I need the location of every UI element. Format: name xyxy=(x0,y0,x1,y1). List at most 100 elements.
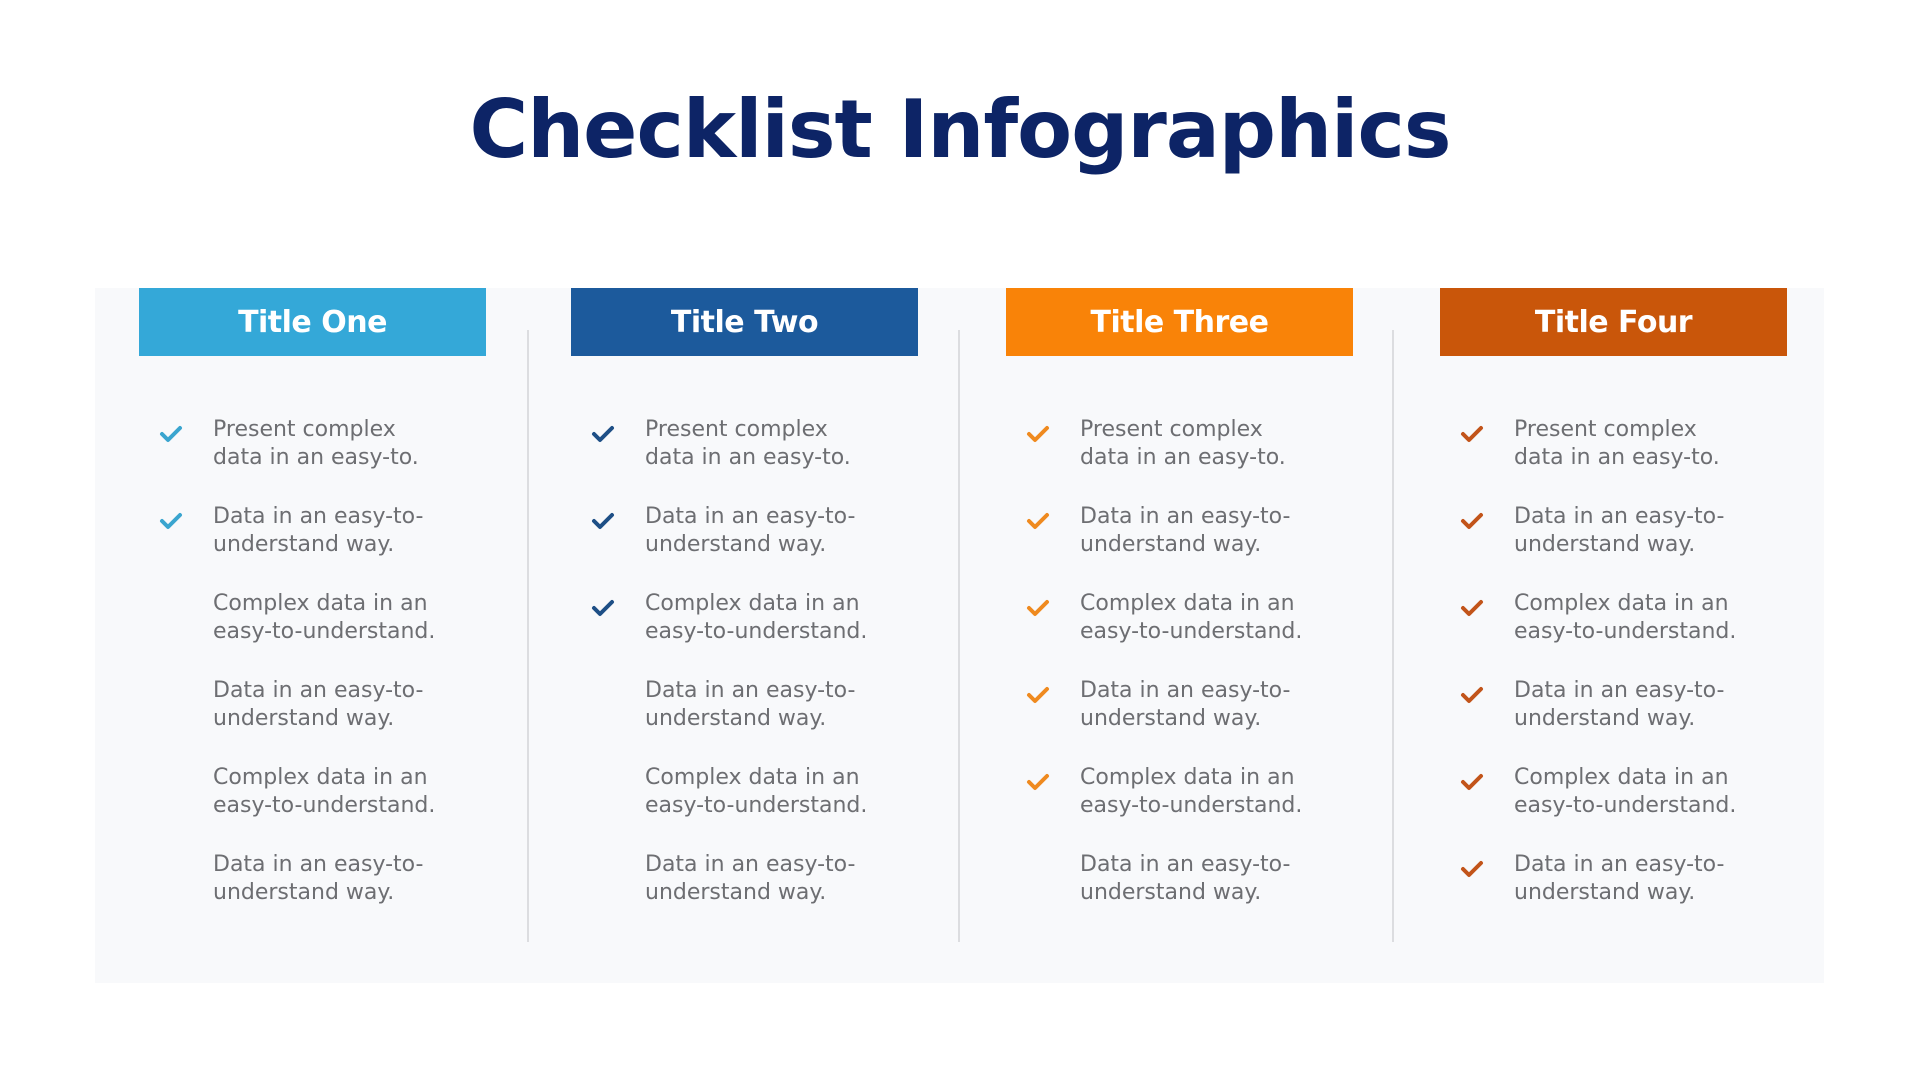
page-title: Checklist Infographics xyxy=(469,83,1452,176)
item-text-line: Complex data in an xyxy=(213,765,428,790)
checkmark-icon xyxy=(1027,513,1049,529)
item-text-line: understand way. xyxy=(645,880,827,905)
item-text-line: Data in an easy-to- xyxy=(645,678,856,703)
checklist-item: Present complex data in an easy-to. xyxy=(139,416,559,503)
checkmark-icon xyxy=(1461,774,1483,790)
checkmark-icon xyxy=(160,426,182,442)
item-text-line: Complex data in an xyxy=(645,591,860,616)
checkmark-icon xyxy=(1461,426,1483,442)
item-text-line: understand way. xyxy=(213,532,395,557)
item-text: Data in an easy-to-understand way. xyxy=(1080,503,1380,559)
item-text-line: Present complex xyxy=(1080,417,1263,442)
item-text-line: Data in an easy-to- xyxy=(1080,678,1291,703)
item-text-line: Complex data in an xyxy=(645,765,860,790)
item-text: Data in an easy-to-understand way. xyxy=(1080,677,1380,733)
checklist-item: Data in an easy-to-understand way. xyxy=(139,677,559,764)
checkmark-icon xyxy=(592,513,614,529)
item-text: Data in an easy-to-understand way. xyxy=(213,503,513,559)
item-text-line: understand way. xyxy=(213,706,395,731)
item-text-line: easy-to-understand. xyxy=(213,619,436,644)
checklist-item: Data in an easy-to-understand way. xyxy=(571,677,991,764)
item-text-line: Present complex xyxy=(1514,417,1697,442)
checkmark-icon xyxy=(1461,687,1483,703)
item-text-line: Complex data in an xyxy=(213,591,428,616)
item-text-line: understand way. xyxy=(1080,532,1262,557)
checklist-item: Data in an easy-to-understand way. xyxy=(571,503,991,590)
checklist-item: Data in an easy-to-understand way. xyxy=(1440,851,1860,938)
item-text-line: Complex data in an xyxy=(1514,591,1729,616)
item-text-line: Data in an easy-to- xyxy=(645,504,856,529)
item-text: Present complex data in an easy-to. xyxy=(1514,416,1814,472)
checklist-item: Present complex data in an easy-to. xyxy=(571,416,991,503)
checklist: Present complex data in an easy-to. Data i… xyxy=(1440,416,1860,938)
column-header: Title Three xyxy=(1006,288,1353,356)
item-text: Complex data in an easy-to-understand. xyxy=(1514,590,1814,646)
checklist: Present complex data in an easy-to. Data i… xyxy=(1006,416,1426,938)
item-text: Complex data in an easy-to-understand. xyxy=(645,764,945,820)
checklist-column: Title Two Present complex data in an easy-… xyxy=(571,288,918,905)
item-text: Present complex data in an easy-to. xyxy=(1080,416,1380,472)
item-text-line: data in an easy-to. xyxy=(645,445,851,470)
item-text-line: Data in an easy-to- xyxy=(213,678,424,703)
item-text-line: Data in an easy-to- xyxy=(1080,504,1291,529)
item-text-line: data in an easy-to. xyxy=(213,445,419,470)
column-header: Title Two xyxy=(571,288,918,356)
item-text: Data in an easy-to-understand way. xyxy=(1080,851,1380,907)
item-text-line: understand way. xyxy=(1514,880,1696,905)
item-text-line: data in an easy-to. xyxy=(1514,445,1720,470)
item-text-line: understand way. xyxy=(1514,706,1696,731)
item-text-line: Data in an easy-to- xyxy=(213,504,424,529)
checkmark-icon xyxy=(1461,600,1483,616)
checklist-item: Data in an easy-to-understand way. xyxy=(1440,677,1860,764)
item-text-line: Data in an easy-to- xyxy=(1080,852,1291,877)
item-text: Data in an easy-to-understand way. xyxy=(645,503,945,559)
checklist-item: Complex data in an easy-to-understand. xyxy=(571,764,991,851)
item-text-line: Data in an easy-to- xyxy=(213,852,424,877)
item-text-line: Data in an easy-to- xyxy=(1514,678,1725,703)
item-text: Data in an easy-to-understand way. xyxy=(213,677,513,733)
checkmark-icon xyxy=(1027,774,1049,790)
column-header: Title One xyxy=(139,288,486,356)
checklist-item: Present complex data in an easy-to. xyxy=(1006,416,1426,503)
item-text: Complex data in an easy-to-understand. xyxy=(1080,590,1380,646)
item-text: Data in an easy-to-understand way. xyxy=(213,851,513,907)
column-header: Title Four xyxy=(1440,288,1787,356)
item-text: Present complex data in an easy-to. xyxy=(645,416,945,472)
checklist-item: Complex data in an easy-to-understand. xyxy=(1006,764,1426,851)
checklist: Present complex data in an easy-to. Data i… xyxy=(571,416,991,938)
item-text-line: understand way. xyxy=(1080,706,1262,731)
item-text: Data in an easy-to-understand way. xyxy=(1514,677,1814,733)
checklist-item: Complex data in an easy-to-understand. xyxy=(1440,590,1860,677)
checkmark-icon xyxy=(592,426,614,442)
checklist-item: Complex data in an easy-to-understand. xyxy=(1006,590,1426,677)
item-text-line: Complex data in an xyxy=(1514,765,1729,790)
item-text-line: understand way. xyxy=(645,532,827,557)
checklist-item: Data in an easy-to-understand way. xyxy=(1006,503,1426,590)
item-text-line: easy-to-understand. xyxy=(1080,619,1303,644)
checklist-item: Data in an easy-to-understand way. xyxy=(1440,503,1860,590)
item-text-line: understand way. xyxy=(645,706,827,731)
item-text-line: understand way. xyxy=(213,880,395,905)
item-text: Data in an easy-to-understand way. xyxy=(1514,851,1814,907)
item-text-line: Complex data in an xyxy=(1080,765,1295,790)
checklist: Present complex data in an easy-to. Data i… xyxy=(139,416,559,938)
checkmark-icon xyxy=(1027,600,1049,616)
checklist-item: Present complex data in an easy-to. xyxy=(1440,416,1860,503)
item-text-line: Present complex xyxy=(213,417,396,442)
checkmark-icon xyxy=(592,600,614,616)
item-text-line: data in an easy-to. xyxy=(1080,445,1286,470)
item-text: Complex data in an easy-to-understand. xyxy=(213,590,513,646)
item-text-line: understand way. xyxy=(1080,880,1262,905)
item-text: Complex data in an easy-to-understand. xyxy=(1514,764,1814,820)
item-text-line: Data in an easy-to- xyxy=(645,852,856,877)
checklist-item: Complex data in an easy-to-understand. xyxy=(139,590,559,677)
item-text: Data in an easy-to-understand way. xyxy=(645,851,945,907)
item-text: Data in an easy-to-understand way. xyxy=(1514,503,1814,559)
checkmark-icon xyxy=(1461,861,1483,877)
item-text-line: easy-to-understand. xyxy=(213,793,436,818)
item-text-line: easy-to-understand. xyxy=(1514,793,1737,818)
item-text-line: Complex data in an xyxy=(1080,591,1295,616)
checklist-item: Complex data in an easy-to-understand. xyxy=(1440,764,1860,851)
item-text: Complex data in an easy-to-understand. xyxy=(645,590,945,646)
checklist-item: Data in an easy-to-understand way. xyxy=(1006,851,1426,938)
